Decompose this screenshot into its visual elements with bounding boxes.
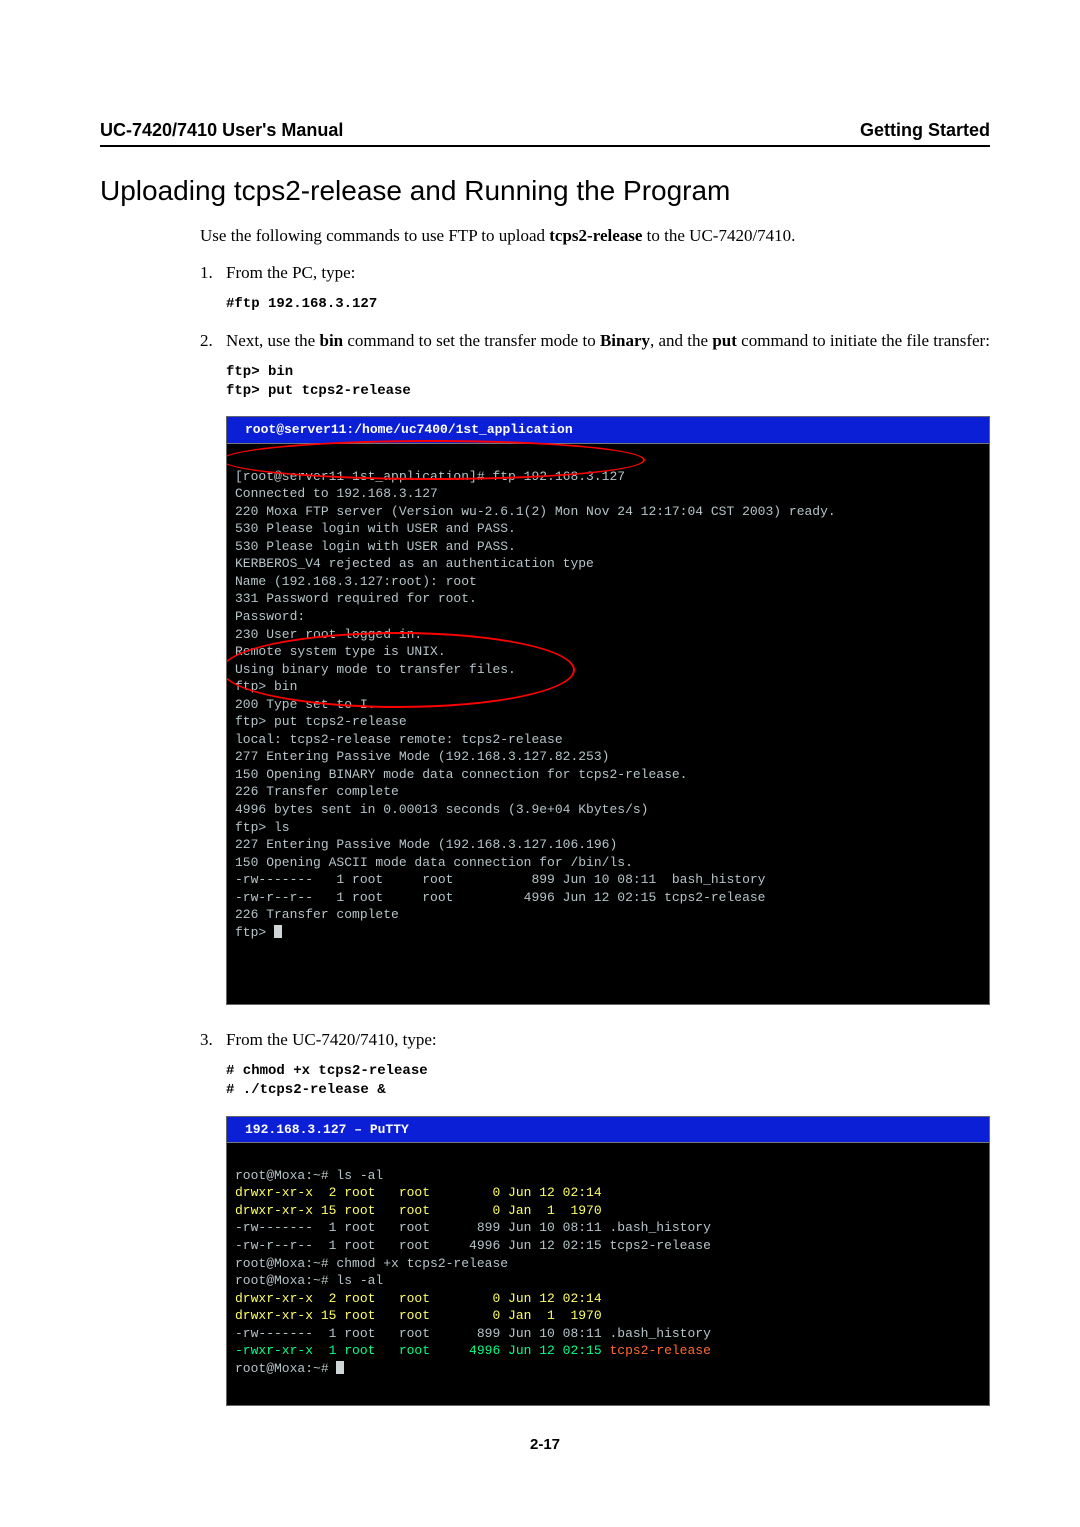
t1-l21: ftp> ls <box>235 820 290 835</box>
page-header: UC-7420/7410 User's Manual Getting Start… <box>100 120 990 147</box>
t2-l05: -rw-r--r-- 1 root root 4996 Jun 12 02:15… <box>235 1238 711 1253</box>
cursor-icon <box>336 1361 344 1374</box>
intro-text-2: to the UC-7420/7410. <box>642 226 795 245</box>
terminal-2-title: 192.168.3.127 – PuTTY <box>227 1117 989 1143</box>
t2-l03: drwxr-xr-x 15 root root 0 Jan 1 1970 <box>235 1203 609 1218</box>
step-2-num: 2. <box>200 330 226 353</box>
step-1-num: 1. <box>200 262 226 285</box>
t1-l01: [root@server11 1st_application]# ftp 192… <box>235 469 625 484</box>
terminal-1-body: [root@server11 1st_application]# ftp 192… <box>227 444 989 1004</box>
page-number: 2-17 <box>100 1436 990 1453</box>
t1-l16: local: tcps2-release remote: tcps2-relea… <box>235 732 563 747</box>
t1-l25: -rw-r--r-- 1 root root 4996 Jun 12 02:15… <box>235 890 766 905</box>
t1-l22: 227 Entering Passive Mode (192.168.3.127… <box>235 837 617 852</box>
terminal-1: root@server11:/home/uc7400/1st_applicati… <box>226 416 990 1005</box>
s2-p2: command to set the transfer mode to <box>343 331 600 350</box>
section-title: Uploading tcps2-release and Running the … <box>100 175 990 207</box>
body-content: Use the following commands to use FTP to… <box>200 225 990 1406</box>
terminal-1-title: root@server11:/home/uc7400/1st_applicati… <box>227 417 989 443</box>
t2-l01: root@Moxa:~# ls -al <box>235 1168 383 1183</box>
t1-l04: 530 Please login with USER and PASS. <box>235 521 516 536</box>
s2-p3: , and the <box>650 331 712 350</box>
step-3-text: From the UC-7420/7410, type: <box>226 1029 990 1052</box>
s2-b1: bin <box>319 331 343 350</box>
t1-l27: ftp> <box>235 925 274 940</box>
s2-b2: Binary <box>600 331 650 350</box>
step-2-text: Next, use the bin command to set the tra… <box>226 330 990 353</box>
t1-l14: 200 Type set to I. <box>235 697 375 712</box>
t2-l07: root@Moxa:~# ls -al <box>235 1273 383 1288</box>
t1-l07: Name (192.168.3.127:root): root <box>235 574 477 589</box>
t2-l06: root@Moxa:~# chmod +x tcps2-release <box>235 1256 508 1271</box>
step-1-text: From the PC, type: <box>226 262 990 285</box>
step-3: 3. From the UC-7420/7410, type: <box>200 1029 990 1052</box>
code-block-2: ftp> bin ftp> put tcps2-release <box>226 363 990 401</box>
intro-bold: tcps2-release <box>549 226 642 245</box>
t2-l11a: -rwxr-xr-x 1 root root 4996 Jun 12 02:15 <box>235 1343 609 1358</box>
t2-l04: -rw------- 1 root root 899 Jun 10 08:11 … <box>235 1220 711 1235</box>
s2-p4: command to initiate the file transfer: <box>737 331 990 350</box>
terminal-2-body: root@Moxa:~# ls -al drwxr-xr-x 2 root ro… <box>227 1143 989 1405</box>
t1-l10: 230 User root logged in. <box>235 627 422 642</box>
t1-l09: Password: <box>235 609 305 624</box>
t2-l08: drwxr-xr-x 2 root root 0 Jun 12 02:14 <box>235 1291 609 1306</box>
s2-p1: Next, use the <box>226 331 319 350</box>
t2-l11b: tcps2-release <box>609 1343 710 1358</box>
t1-l26: 226 Transfer complete <box>235 907 399 922</box>
s2-b3: put <box>712 331 737 350</box>
header-left: UC-7420/7410 User's Manual <box>100 120 343 141</box>
intro-paragraph: Use the following commands to use FTP to… <box>200 225 990 248</box>
t1-l11: Remote system type is UNIX. <box>235 644 446 659</box>
t1-l05: 530 Please login with USER and PASS. <box>235 539 516 554</box>
code-block-1: #ftp 192.168.3.127 <box>226 295 990 314</box>
t1-l12: Using binary mode to transfer files. <box>235 662 516 677</box>
header-right: Getting Started <box>860 120 990 141</box>
t1-l08: 331 Password required for root. <box>235 591 477 606</box>
t2-l12: root@Moxa:~# <box>235 1361 336 1376</box>
step-2: 2. Next, use the bin command to set the … <box>200 330 990 353</box>
t1-l02: Connected to 192.168.3.127 <box>235 486 438 501</box>
t1-l13: ftp> bin <box>235 679 297 694</box>
intro-text-1: Use the following commands to use FTP to… <box>200 226 549 245</box>
t1-l19: 226 Transfer complete <box>235 784 399 799</box>
t1-l20: 4996 bytes sent in 0.00013 seconds (3.9e… <box>235 802 648 817</box>
t1-l15: ftp> put tcps2-release <box>235 714 407 729</box>
t1-l17: 277 Entering Passive Mode (192.168.3.127… <box>235 749 609 764</box>
t2-l10: -rw------- 1 root root 899 Jun 10 08:11 … <box>235 1326 711 1341</box>
step-1: 1. From the PC, type: <box>200 262 990 285</box>
t2-l09: drwxr-xr-x 15 root root 0 Jan 1 1970 <box>235 1308 609 1323</box>
t1-l03: 220 Moxa FTP server (Version wu-2.6.1(2)… <box>235 504 836 519</box>
t1-l23: 150 Opening ASCII mode data connection f… <box>235 855 633 870</box>
step-3-num: 3. <box>200 1029 226 1052</box>
t1-l24: -rw------- 1 root root 899 Jun 10 08:11 … <box>235 872 766 887</box>
terminal-2: 192.168.3.127 – PuTTY root@Moxa:~# ls -a… <box>226 1116 990 1406</box>
t2-l02: drwxr-xr-x 2 root root 0 Jun 12 02:14 <box>235 1185 609 1200</box>
t1-l18: 150 Opening BINARY mode data connection … <box>235 767 687 782</box>
document-page: UC-7420/7410 User's Manual Getting Start… <box>0 0 1080 1527</box>
t1-l06: KERBEROS_V4 rejected as an authenticatio… <box>235 556 594 571</box>
cursor-icon <box>274 925 282 938</box>
code-block-3: # chmod +x tcps2-release # ./tcps2-relea… <box>226 1062 990 1100</box>
